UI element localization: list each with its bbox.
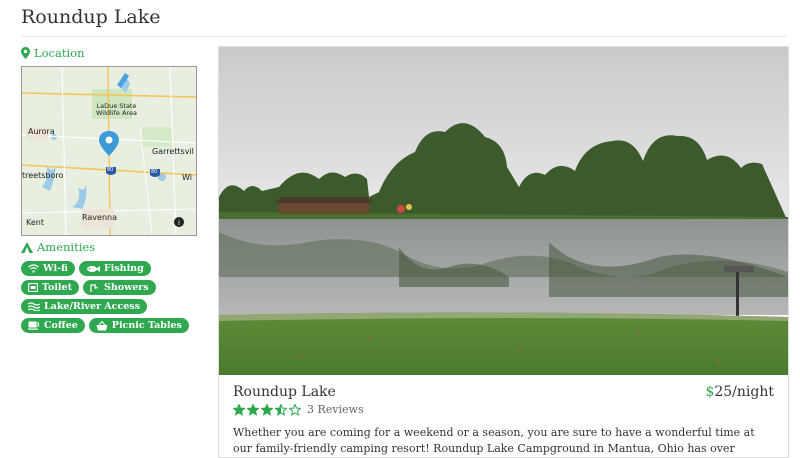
location-label: Location bbox=[34, 46, 85, 60]
campground-photo[interactable] bbox=[219, 47, 788, 375]
listing-name[interactable]: Roundup Lake bbox=[233, 384, 336, 400]
map-label-ravenna: Ravenna bbox=[82, 213, 117, 222]
star-rating bbox=[233, 403, 301, 416]
title-divider bbox=[21, 36, 787, 37]
star-full-icon bbox=[247, 403, 259, 416]
water-icon bbox=[28, 302, 40, 311]
map-interstate-shield: 80 bbox=[151, 169, 158, 175]
amenity-fishing: Fishing bbox=[78, 261, 151, 276]
basket-icon bbox=[96, 320, 108, 331]
amenities-label: Amenities bbox=[37, 240, 96, 254]
fish-icon bbox=[86, 265, 100, 273]
svg-text:i: i bbox=[178, 219, 180, 227]
map-marker-icon bbox=[21, 47, 30, 59]
amenities-list: Wi-fi Fishing Toilet Showers Lake/River … bbox=[21, 261, 206, 333]
toilet-icon bbox=[28, 283, 38, 292]
map-label-garrettsville: Garrettsvil bbox=[152, 147, 194, 156]
reviews-link[interactable]: 3 Reviews bbox=[307, 403, 364, 416]
amenity-coffee: Coffee bbox=[21, 318, 85, 333]
listing-price: $25/night bbox=[705, 384, 774, 400]
map-label-windham: Wi bbox=[182, 173, 192, 182]
map-label-wildlife-area: LaDue State Wildlife Area bbox=[96, 102, 137, 117]
amenity-toilet: Toilet bbox=[21, 280, 79, 295]
location-map[interactable]: i LaDue State Wildlife Area Aurora Garre… bbox=[21, 66, 197, 236]
star-half-icon bbox=[275, 403, 287, 416]
shower-icon bbox=[90, 283, 100, 292]
price-value: 25/night bbox=[714, 384, 774, 400]
campfire-icon bbox=[21, 241, 33, 253]
wifi-icon bbox=[28, 264, 39, 273]
amenity-wifi: Wi-fi bbox=[21, 261, 75, 276]
map-label-kent: Kent bbox=[26, 218, 44, 227]
star-full-icon bbox=[261, 403, 273, 416]
map-interstate-shield: 80 bbox=[107, 167, 114, 173]
rating: 3 Reviews bbox=[233, 403, 364, 416]
star-full-icon bbox=[233, 403, 245, 416]
map-label-aurora: Aurora bbox=[28, 127, 55, 136]
amenity-showers: Showers bbox=[82, 280, 156, 295]
amenities-heading: Amenities bbox=[21, 240, 95, 254]
map-label-streetsboro: treetsboro bbox=[22, 171, 64, 180]
location-heading: Location bbox=[21, 46, 85, 60]
amenity-picnic-tables: Picnic Tables bbox=[88, 318, 189, 333]
amenity-lake-access: Lake/River Access bbox=[21, 299, 147, 314]
page-title: Roundup Lake bbox=[21, 6, 161, 28]
coffee-icon bbox=[28, 321, 40, 330]
listing-card[interactable]: Roundup Lake $25/night 3 Reviews Whether… bbox=[218, 46, 789, 458]
star-empty-icon bbox=[289, 403, 301, 416]
listing-description: Whether you are coming for a weekend or … bbox=[233, 426, 755, 455]
